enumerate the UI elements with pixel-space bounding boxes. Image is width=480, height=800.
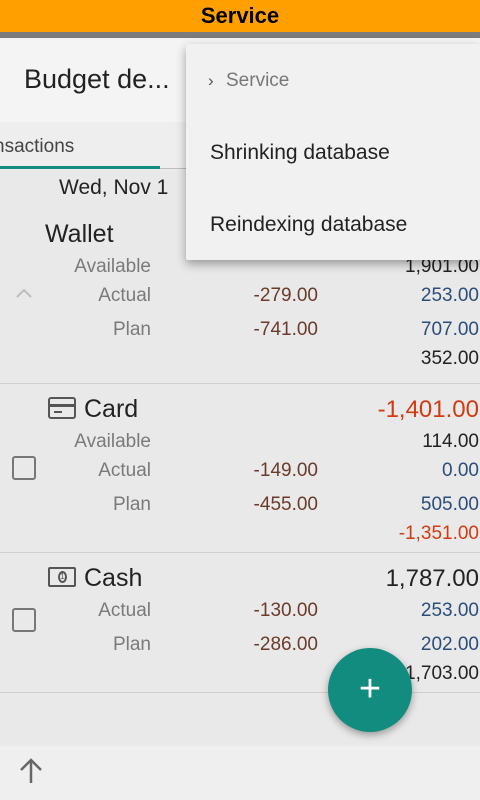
account-name-card[interactable]: Card xyxy=(84,395,138,424)
credit-card-icon xyxy=(48,397,76,419)
wallet-actual-right: 253.00 xyxy=(420,285,479,306)
tab-transactions[interactable]: nsactions xyxy=(0,136,74,158)
service-title-bar: Service xyxy=(0,0,480,32)
wallet-actual-mid: -279.00 xyxy=(253,285,318,306)
wallet-actual-label: Actual xyxy=(98,285,151,306)
cash-plan-label: Plan xyxy=(112,634,151,655)
wallet-plan-label: Plan xyxy=(112,319,151,340)
chevron-right-icon: › xyxy=(208,71,214,90)
card-balance: -1,401.00 xyxy=(377,396,479,423)
wallet-plan-right: 707.00 xyxy=(420,319,479,340)
service-title: Service xyxy=(200,3,280,28)
divider xyxy=(0,552,480,553)
divider xyxy=(0,383,480,384)
account-name-cash[interactable]: Cash xyxy=(84,564,142,593)
cash-icon: 1 xyxy=(48,567,76,587)
wallet-plan-mid: -741.00 xyxy=(253,319,318,340)
add-button[interactable]: + xyxy=(328,648,412,732)
card-actual-mid: -149.00 xyxy=(253,460,318,481)
card-actual-right: 0.00 xyxy=(442,460,479,481)
tab-indicator xyxy=(0,166,160,169)
card-plan-label: Plan xyxy=(112,494,151,515)
cash-actual-right: 253.00 xyxy=(420,600,479,621)
cash-actual-label: Actual xyxy=(98,600,151,621)
account-name-wallet[interactable]: Wallet xyxy=(45,220,114,249)
cash-plan-mid: -286.00 xyxy=(253,634,318,655)
wallet-available-label: Available xyxy=(74,256,151,277)
menu-item-reindexing-database[interactable]: Reindexing database xyxy=(210,213,407,237)
card-actual-label: Actual xyxy=(98,460,151,481)
menu-header-label: Service xyxy=(226,70,290,91)
wallet-footer-value: 352.00 xyxy=(420,348,479,369)
card-footer-value: -1,351.00 xyxy=(398,523,479,544)
card-available-label: Available xyxy=(74,431,151,452)
card-available-value: 114.00 xyxy=(422,431,479,452)
service-popup-menu: › Service Shrinking database Reindexing d… xyxy=(186,44,480,260)
cash-actual-mid: -130.00 xyxy=(253,600,318,621)
menu-header[interactable]: › Service xyxy=(208,70,289,92)
menu-item-shrinking-database[interactable]: Shrinking database xyxy=(210,141,390,165)
cash-plan-right: 202.00 xyxy=(420,634,479,655)
bottom-bar xyxy=(0,746,480,800)
card-plan-mid: -455.00 xyxy=(253,494,318,515)
card-plan-right: 505.00 xyxy=(420,494,479,515)
arrow-up-icon[interactable] xyxy=(16,756,46,786)
date-header: Wed, Nov 1 xyxy=(59,176,169,199)
page-title: Budget de... xyxy=(24,64,170,94)
cash-balance: 1,787.00 xyxy=(385,565,479,592)
